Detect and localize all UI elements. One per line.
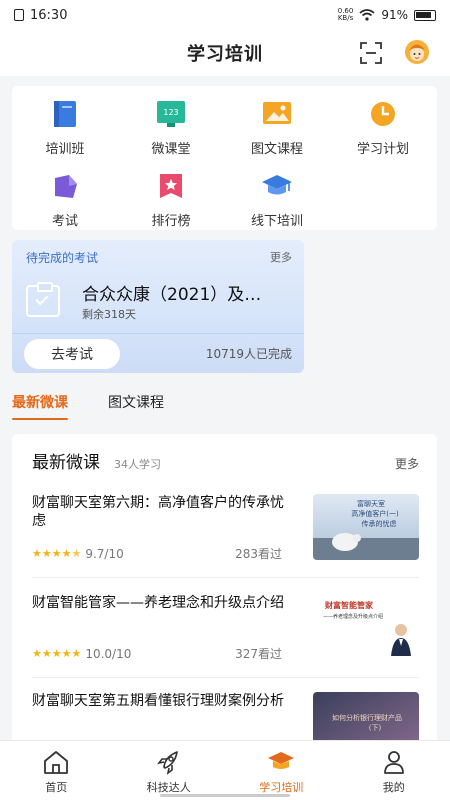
- grid-item-micro-class[interactable]: 123 微课堂: [131, 100, 211, 157]
- page-title: 学习培训: [187, 44, 263, 65]
- nav-item-study[interactable]: 学习培训: [225, 741, 338, 800]
- course-views: 283看过: [235, 547, 282, 561]
- grid-label: 图文课程: [250, 142, 303, 157]
- exam-title: 合众众康（2021）及…: [82, 285, 262, 305]
- course-meta: ★★★★★ 9.7/10 283看过: [32, 545, 282, 562]
- divider: [32, 677, 419, 678]
- exam-card-top: 待完成的考试 更多: [12, 240, 304, 266]
- thumb-text: 如何分析银行理财产品: [332, 713, 402, 722]
- list-item[interactable]: 财富智能管家——养老理念和升级点介绍 ★★★★★ 10.0/10 327看过 财…: [32, 594, 419, 670]
- bottom-nav: 首页 科技达人 学习培训 我的: [0, 740, 450, 800]
- nav-label: 学习培训: [259, 781, 304, 794]
- home-indicator: [160, 794, 290, 797]
- mortarboard-icon: [268, 752, 295, 769]
- nav-label: 我的: [382, 781, 405, 794]
- grid-item-offline-training[interactable]: 线下培训: [237, 172, 317, 229]
- nav-label: 首页: [45, 781, 68, 794]
- course-title: 财富聊天室第五期看懂银行理财案例分析: [32, 693, 284, 709]
- list-item[interactable]: 财富聊天室第六期：高净值客户的传承忧虑 ★★★★★ 9.7/10 283看过 富…: [32, 494, 419, 570]
- exam-heading: 待完成的考试: [26, 251, 99, 265]
- clock-icon: [371, 102, 395, 126]
- net-speed-unit: KB/s: [337, 14, 354, 22]
- tab-text-course[interactable]: 图文课程: [108, 392, 164, 420]
- course-list-header: 最新微课 34人学习 更多: [12, 434, 437, 473]
- course-title: 财富智能管家——养老理念和升级点介绍: [32, 595, 284, 611]
- exam-icon: [55, 175, 77, 198]
- grid-label: 学习计划: [356, 142, 409, 157]
- grid-item-ranking[interactable]: 排行榜: [131, 172, 211, 229]
- rocket-icon: [156, 751, 178, 775]
- grid-item-study-plan[interactable]: 学习计划: [343, 100, 423, 157]
- thumb-text: 富聊天室: [357, 499, 385, 508]
- course-title: 财富聊天室第六期：高净值客户的传承忧虑: [32, 495, 284, 529]
- status-time: 16:30: [30, 7, 68, 23]
- exam-info: 合众众康（2021）及… 剩余318天: [82, 280, 261, 322]
- thumb-text: 财富智能管家: [324, 600, 374, 610]
- status-left: 16:30: [14, 8, 67, 23]
- nav-item-tech[interactable]: 科技达人: [113, 741, 226, 800]
- status-bar: 16:30 0.60 KB/s 91%: [0, 0, 450, 30]
- user-icon: [383, 751, 404, 774]
- divider: [32, 577, 419, 578]
- grid-item-text-course[interactable]: 图文课程: [237, 100, 317, 157]
- course-thumbnail: 财富智能管家 ——养老理念及升级点介绍: [313, 594, 419, 660]
- exam-completed-count: 10719人已完成: [205, 347, 292, 361]
- ranking-icon: [160, 174, 182, 198]
- board-icon: 123: [157, 101, 185, 127]
- sim-icon: [14, 9, 24, 21]
- feature-grid: 培训班 123 微课堂 图文课程 学习计划 考试 排行榜 线下培训: [12, 86, 437, 230]
- thumb-text: 传承的忧虑: [362, 519, 397, 528]
- star-rating-icon: ★★★★★: [32, 647, 82, 660]
- course-list-more-link[interactable]: 更多: [395, 455, 419, 472]
- nav-item-mine[interactable]: 我的: [338, 741, 450, 800]
- grid-label: 微课堂: [151, 142, 191, 157]
- grid-label: 培训班: [45, 142, 85, 157]
- battery-percent: 91%: [381, 8, 408, 22]
- nav-label: 科技达人: [146, 781, 191, 794]
- thumb-text: (下): [369, 724, 382, 732]
- status-right: 0.60 KB/s 91%: [338, 8, 436, 22]
- board-icon-text: 123: [163, 108, 178, 117]
- exam-card-body: 合众众康（2021）及… 剩余318天: [12, 266, 304, 322]
- grid-item-exam[interactable]: 考试: [25, 172, 105, 229]
- course-list-card: 最新微课 34人学习 更多 财富聊天室第六期：高净值客户的传承忧虑 ★★★★★ …: [12, 434, 437, 754]
- course-rating: 9.7/10: [85, 546, 124, 561]
- course-rating: 10.0/10: [85, 646, 132, 661]
- course-thumbnail: 富聊天室 高净值客户(一) 传承的忧虑: [313, 494, 419, 560]
- page-header: 学习培训: [0, 30, 450, 76]
- grid-label: 排行榜: [151, 214, 191, 229]
- net-speed: 0.60 KB/s: [338, 8, 354, 22]
- clipboard-icon: [26, 282, 60, 317]
- grid-label: 线下培训: [250, 214, 303, 229]
- exam-card-footer: 去考试 10719人已完成: [12, 333, 304, 373]
- thumb-text: ——养老理念及升级点介绍: [323, 613, 383, 620]
- course-list-count: 34人学习: [114, 458, 161, 471]
- thumb-text: 高净值客户(一): [351, 509, 399, 518]
- content-tabs: 最新微课 图文课程: [12, 392, 164, 420]
- course-views: 327看过: [235, 647, 282, 661]
- graduation-cap-icon: [262, 175, 292, 195]
- home-icon: [44, 751, 69, 774]
- nav-item-home[interactable]: 首页: [0, 741, 113, 800]
- book-icon: [54, 101, 76, 127]
- course-list-title: 最新微课: [32, 453, 100, 473]
- tab-latest-micro[interactable]: 最新微课: [12, 392, 68, 420]
- star-rating-icon: ★★★★★: [32, 547, 82, 560]
- exam-remaining: 剩余318天: [82, 308, 136, 321]
- grid-label: 考试: [51, 214, 78, 229]
- wifi-icon: [359, 9, 375, 21]
- grid-item-training-class[interactable]: 培训班: [25, 100, 105, 157]
- battery-icon: [414, 9, 436, 21]
- exam-more-link[interactable]: 更多: [270, 249, 292, 266]
- take-exam-button[interactable]: 去考试: [24, 338, 120, 369]
- image-icon: [263, 102, 291, 124]
- avatar[interactable]: [404, 39, 430, 65]
- pending-exam-card[interactable]: 待完成的考试 更多 合众众康（2021）及… 剩余318天 去考试 10719人…: [12, 240, 304, 373]
- scan-icon[interactable]: [360, 42, 382, 64]
- course-meta: ★★★★★ 10.0/10 327看过: [32, 645, 282, 662]
